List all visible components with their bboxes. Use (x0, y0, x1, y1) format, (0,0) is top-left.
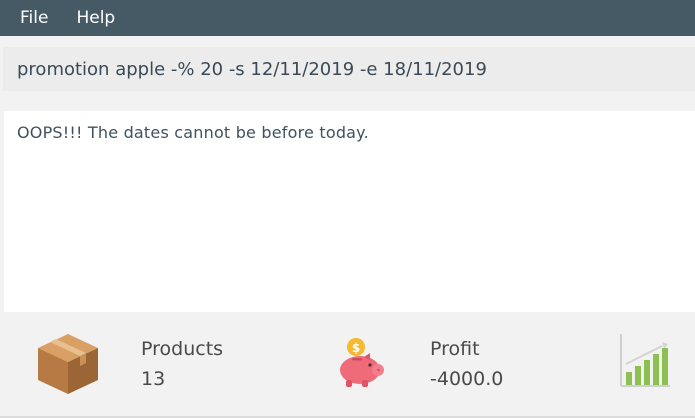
menu-help[interactable]: Help (56, 8, 115, 28)
status-bar: Products 13 $ Profit -4000.0 (0, 322, 695, 418)
menu-file[interactable]: File (0, 8, 48, 28)
piggy-bank-icon: $ (340, 338, 384, 387)
profit-value: -4000.0 (430, 368, 504, 390)
box-icon (38, 334, 98, 394)
result-message: OOPS!!! The dates cannot be before today… (17, 123, 369, 142)
command-box[interactable] (3, 47, 695, 91)
result-display: OOPS!!! The dates cannot be before today… (4, 111, 695, 312)
products-value: 13 (141, 368, 166, 390)
menu-bar: File Help (0, 0, 695, 36)
products-label: Products (141, 338, 224, 360)
profit-label: Profit (430, 338, 480, 360)
bar-chart-growth-icon (620, 334, 670, 387)
svg-text:$: $ (352, 341, 360, 355)
command-input[interactable] (17, 58, 677, 80)
